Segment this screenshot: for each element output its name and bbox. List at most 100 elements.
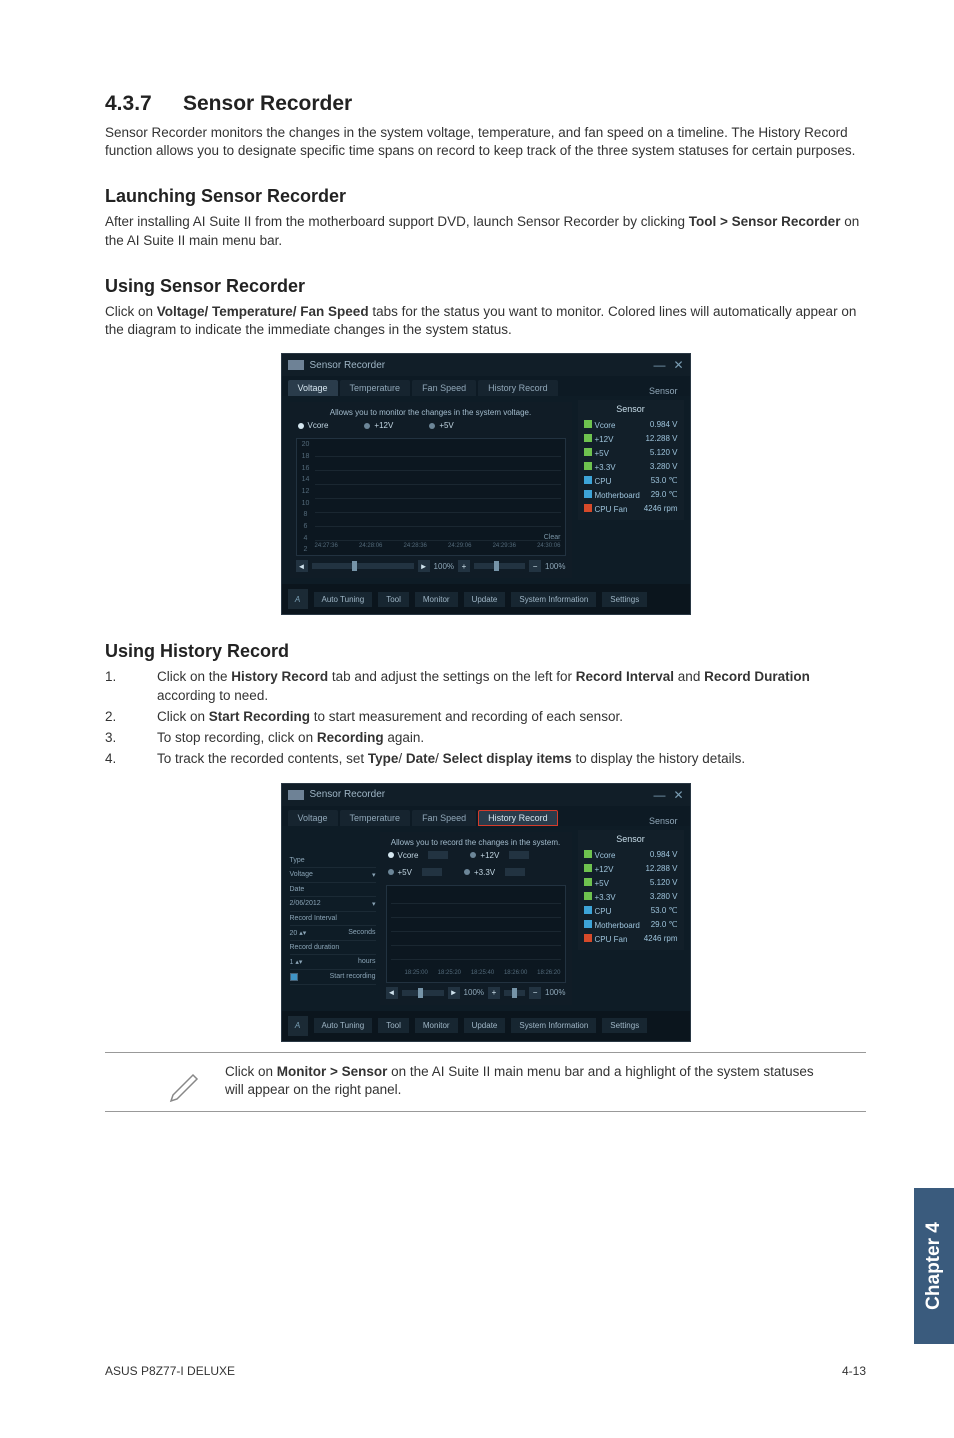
menu-sysinfo[interactable]: System Information [511, 1018, 596, 1033]
history-description: Allows you to record the changes in the … [386, 838, 566, 847]
menu-tool[interactable]: Tool [378, 592, 409, 607]
sensor-value: 3.280 V [650, 892, 678, 902]
tab-voltage[interactable]: Voltage [288, 380, 338, 396]
x-label: 18:25:00 [405, 970, 428, 982]
menu-settings[interactable]: Settings [602, 592, 647, 607]
radio-12v[interactable]: +12V [470, 851, 529, 860]
sensor-name: CPU Fan [595, 505, 628, 514]
menu-settings[interactable]: Settings [602, 1018, 647, 1033]
y-label: 14 [299, 476, 313, 483]
tab-temperature[interactable]: Temperature [340, 810, 411, 826]
radio-12v[interactable]: +12V [364, 421, 393, 430]
zoom-value: 100% [464, 988, 484, 997]
section-number: 4.3.7 [105, 92, 183, 116]
close-icon[interactable]: ✕ [673, 788, 683, 802]
sensor-row: CPU Fan4246 rpm [584, 502, 678, 516]
radio-5v[interactable]: +5V [429, 421, 453, 430]
using-pre: Click on [105, 304, 157, 319]
sensor-panel-label: Sensor [643, 386, 684, 396]
start-recording-checkbox[interactable] [290, 973, 298, 981]
step-number: 1. [105, 668, 157, 706]
x-label: 18:26:20 [537, 970, 560, 982]
color-swatch[interactable] [505, 868, 525, 876]
menu-monitor[interactable]: Monitor [415, 1018, 458, 1033]
timeline-slider[interactable] [402, 990, 444, 996]
launch-pre: After installing AI Suite II from the mo… [105, 214, 689, 229]
sensor-value: 53.0 ℃ [651, 476, 678, 486]
sensor-name: +12V [595, 865, 614, 874]
bolt-icon [584, 434, 592, 442]
radio-5v[interactable]: +5V [388, 868, 442, 877]
menu-update[interactable]: Update [464, 592, 506, 607]
zoom-slider[interactable] [474, 563, 525, 569]
monitor-description: Allows you to monitor the changes in the… [296, 408, 566, 417]
sensor-name: +3.3V [595, 893, 616, 902]
duration-value[interactable]: 1 [290, 959, 294, 966]
sensor-value: 29.0 ℃ [651, 920, 678, 930]
label-record-duration: Record duration [290, 944, 340, 951]
menu-sysinfo[interactable]: System Information [511, 592, 596, 607]
sensor-readout-panel: Sensor Vcore0.984 V +12V12.288 V +5V5.12… [578, 830, 684, 950]
zoom-out-button[interactable]: − [529, 987, 541, 999]
clear-button[interactable]: Clear [544, 534, 561, 541]
voltage-chart: 20 18 16 14 12 10 8 6 4 2 24:27:36 [296, 438, 566, 556]
date-dropdown[interactable]: 2/06/2012 [290, 900, 321, 908]
y-label: 16 [299, 465, 313, 472]
menu-auto-tuning[interactable]: Auto Tuning [314, 592, 373, 607]
menu-tool[interactable]: Tool [378, 1018, 409, 1033]
radio-label: Vcore [398, 851, 419, 860]
zoom-in-button[interactable]: + [458, 560, 470, 572]
tab-voltage[interactable]: Voltage [288, 810, 338, 826]
close-icon[interactable]: ✕ [673, 358, 683, 372]
using-body: Click on Voltage/ Temperature/ Fan Speed… [105, 303, 866, 339]
scroll-left-button[interactable]: ◄ [296, 560, 308, 572]
sensor-value: 3.280 V [650, 462, 678, 472]
scroll-right-button[interactable]: ► [448, 987, 460, 999]
sensor-panel-label: Sensor [643, 816, 684, 826]
fan-icon [584, 934, 592, 942]
zoom-slider[interactable] [504, 990, 525, 996]
tab-history-record[interactable]: History Record [478, 380, 558, 396]
color-swatch[interactable] [422, 868, 442, 876]
sensor-value: 0.984 V [650, 850, 678, 860]
sensor-readout-header: Sensor [584, 404, 678, 414]
radio-3v3[interactable]: +3.3V [464, 868, 525, 877]
radio-vcore[interactable]: Vcore [388, 851, 449, 860]
scroll-right-button[interactable]: ► [418, 560, 430, 572]
tab-temperature[interactable]: Temperature [340, 380, 411, 396]
radio-vcore[interactable]: Vcore [298, 421, 329, 430]
window-title: Sensor Recorder [310, 360, 386, 371]
scroll-left-button[interactable]: ◄ [386, 987, 398, 999]
bolt-icon [584, 448, 592, 456]
bolt-icon [584, 420, 592, 428]
tab-fan-speed[interactable]: Fan Speed [412, 380, 476, 396]
menu-auto-tuning[interactable]: Auto Tuning [314, 1018, 373, 1033]
menu-update[interactable]: Update [464, 1018, 506, 1033]
color-swatch[interactable] [509, 851, 529, 859]
zoom-in-button[interactable]: + [488, 987, 500, 999]
sensor-name: Motherboard [595, 491, 640, 500]
using-bold: Voltage/ Temperature/ Fan Speed [157, 304, 369, 319]
sensor-value: 4246 rpm [644, 934, 678, 944]
interval-value[interactable]: 20 [290, 930, 298, 937]
menu-monitor[interactable]: Monitor [415, 592, 458, 607]
sensor-row: Vcore0.984 V [584, 418, 678, 432]
label-type: Type [290, 857, 305, 864]
tab-fan-speed[interactable]: Fan Speed [412, 810, 476, 826]
note-block: Click on Monitor > Sensor on the AI Suit… [105, 1063, 866, 1105]
zoom-out-button[interactable]: − [529, 560, 541, 572]
note-text: Click on Monitor > Sensor on the AI Suit… [225, 1063, 866, 1099]
sensor-name: +3.3V [595, 463, 616, 472]
bolt-icon [584, 850, 592, 858]
minimize-icon[interactable]: — [653, 788, 665, 802]
type-dropdown[interactable]: Voltage [290, 871, 313, 879]
x-label: 24:29:06 [448, 543, 471, 555]
timeline-slider[interactable] [312, 563, 414, 569]
radio-12v-label: +12V [374, 421, 393, 430]
x-label: 24:30:06 [537, 543, 560, 555]
sensor-name: +12V [595, 435, 614, 444]
color-swatch[interactable] [428, 851, 448, 859]
label-date: Date [290, 886, 305, 893]
minimize-icon[interactable]: — [653, 358, 665, 372]
tab-history-record[interactable]: History Record [478, 810, 558, 826]
